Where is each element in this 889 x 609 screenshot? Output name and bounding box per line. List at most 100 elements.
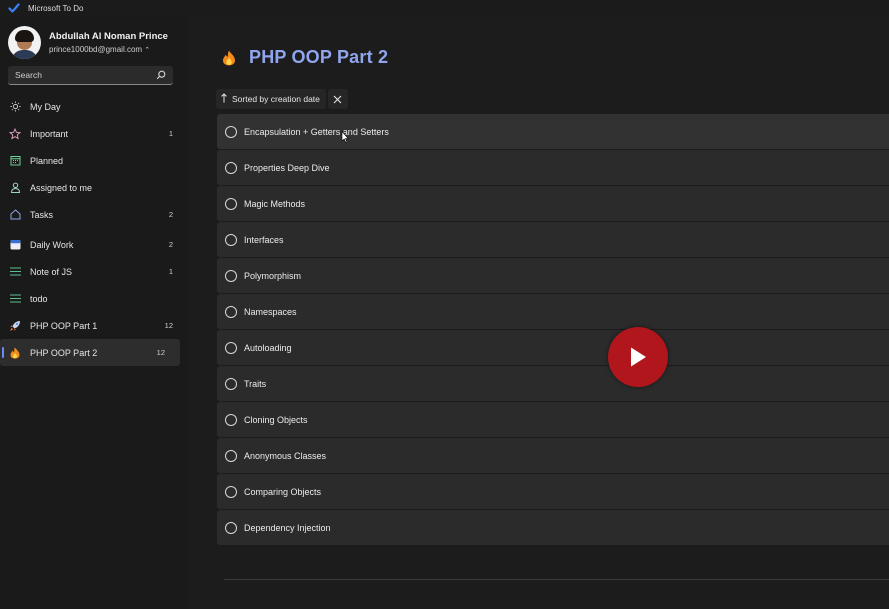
task-row[interactable]: Polymorphism xyxy=(217,258,889,293)
clear-sort-button[interactable] xyxy=(327,89,348,109)
task-title: Autoloading xyxy=(244,342,292,353)
sidebar-item-assigned-to-me[interactable]: Assigned to me xyxy=(0,174,188,201)
sidebar-item-my-day[interactable]: My Day xyxy=(0,93,188,120)
complete-checkbox[interactable] xyxy=(225,161,237,174)
sidebar-item-label: Important xyxy=(30,128,69,139)
sidebar-item-label: Tasks xyxy=(30,209,54,220)
sidebar-item-important[interactable]: Important 1 xyxy=(0,120,188,147)
fire-icon xyxy=(223,50,235,65)
avatar xyxy=(8,26,41,59)
task-title: Traits xyxy=(244,378,267,389)
task-title: Dependency Injection xyxy=(244,522,331,533)
task-title: Cloning Objects xyxy=(244,414,308,425)
task-title: Namespaces xyxy=(244,306,297,317)
task-row[interactable]: Interfaces xyxy=(217,222,889,257)
search-input[interactable] xyxy=(15,70,145,80)
list-header: PHP OOP Part 2 xyxy=(222,47,388,68)
task-title: Comparing Objects xyxy=(244,486,322,497)
task-row[interactable]: Dependency Injection xyxy=(217,510,889,545)
search-icon[interactable] xyxy=(156,70,166,80)
item-count: 1 xyxy=(168,267,173,276)
mouse-cursor-icon xyxy=(341,131,349,143)
close-icon xyxy=(334,95,342,103)
task-row[interactable]: Properties Deep Dive xyxy=(217,150,889,185)
task-row[interactable]: Cloning Objects xyxy=(217,402,889,437)
sidebar-item-label: Planned xyxy=(30,155,64,166)
page-title[interactable]: PHP OOP Part 2 xyxy=(249,47,388,68)
task-title: Anonymous Classes xyxy=(244,450,327,461)
title-bar: Microsoft To Do xyxy=(0,0,889,16)
complete-checkbox[interactable] xyxy=(225,305,237,318)
sort-bar: Sorted by creation date xyxy=(216,89,348,109)
item-count: 12 xyxy=(156,348,165,357)
play-icon xyxy=(631,347,646,367)
task-title: Encapsulation + Getters and Setters xyxy=(244,126,389,137)
complete-checkbox[interactable] xyxy=(225,485,237,498)
task-row[interactable]: Encapsulation + Getters and Setters xyxy=(217,114,889,149)
chevron-updown-icon: ⌃ xyxy=(144,47,151,54)
sidebar: Abdullah Al Noman Prince prince1000bd@gm… xyxy=(0,16,188,609)
sort-order-button[interactable]: Sorted by creation date xyxy=(216,89,326,109)
task-row[interactable]: Magic Methods xyxy=(217,186,889,221)
sidebar-item-label: todo xyxy=(30,293,48,304)
sidebar-item-label: Daily Work xyxy=(30,239,74,250)
sidebar-item-planned[interactable]: Planned xyxy=(0,147,188,174)
task-row[interactable]: Comparing Objects xyxy=(217,474,889,509)
list-lines-icon xyxy=(9,266,21,278)
item-count: 2 xyxy=(168,210,173,219)
sidebar-item-php-oop-part-1[interactable]: PHP OOP Part 1 12 xyxy=(0,312,188,339)
task-list: Encapsulation + Getters and Setters Prop… xyxy=(217,114,889,546)
profile-email: prince1000bd@gmail.com ⌃ xyxy=(49,45,151,54)
person-icon xyxy=(9,182,21,194)
task-title: Polymorphism xyxy=(244,270,302,281)
profile-name: Abdullah Al Noman Prince xyxy=(49,31,168,42)
complete-checkbox[interactable] xyxy=(225,521,237,534)
sidebar-item-daily-work[interactable]: Daily Work 2 xyxy=(0,231,188,258)
complete-checkbox[interactable] xyxy=(225,449,237,462)
complete-checkbox[interactable] xyxy=(225,197,237,210)
task-row[interactable]: Traits xyxy=(217,366,889,401)
sort-label: Sorted by creation date xyxy=(232,94,320,104)
divider xyxy=(224,579,889,580)
list-lines-icon xyxy=(9,293,21,305)
sidebar-item-label: Note of JS xyxy=(30,266,73,277)
sidebar-item-todo[interactable]: todo xyxy=(0,285,188,312)
sidebar-nav: My Day Important 1 Planned Assigned to m… xyxy=(0,93,188,366)
complete-checkbox[interactable] xyxy=(225,269,237,282)
rocket-icon xyxy=(9,320,21,332)
task-title: Magic Methods xyxy=(244,198,306,209)
sidebar-item-label: My Day xyxy=(30,101,61,112)
task-row[interactable]: Namespaces xyxy=(217,294,889,329)
sidebar-item-label: PHP OOP Part 1 xyxy=(30,320,98,331)
task-list-pane: PHP OOP Part 2 Sorted by creation date E… xyxy=(188,16,889,609)
app-logo-icon xyxy=(8,3,20,13)
search-box[interactable] xyxy=(8,66,173,85)
account-profile[interactable]: Abdullah Al Noman Prince prince1000bd@gm… xyxy=(8,26,168,59)
video-play-button[interactable] xyxy=(608,327,668,387)
complete-checkbox[interactable] xyxy=(225,413,237,426)
fire-icon xyxy=(9,347,21,359)
calendar-icon xyxy=(9,155,21,167)
complete-checkbox[interactable] xyxy=(225,233,237,246)
star-icon xyxy=(9,127,21,140)
task-row[interactable]: Anonymous Classes xyxy=(217,438,889,473)
task-row[interactable]: Autoloading xyxy=(217,330,889,365)
sidebar-item-label: PHP OOP Part 2 xyxy=(30,347,98,358)
complete-checkbox[interactable] xyxy=(225,125,237,138)
complete-checkbox[interactable] xyxy=(225,341,237,354)
item-count: 2 xyxy=(168,240,173,249)
arrow-up-icon xyxy=(221,93,227,105)
calendar-emoji-icon xyxy=(9,239,21,251)
sidebar-item-label: Assigned to me xyxy=(30,182,93,193)
complete-checkbox[interactable] xyxy=(225,377,237,390)
item-count: 1 xyxy=(168,129,173,138)
item-count: 12 xyxy=(164,321,173,330)
task-title: Properties Deep Dive xyxy=(244,162,330,173)
home-icon xyxy=(9,209,21,221)
sidebar-item-note-of-js[interactable]: Note of JS 1 xyxy=(0,258,188,285)
app-title: Microsoft To Do xyxy=(28,3,84,13)
sidebar-item-php-oop-part-2[interactable]: PHP OOP Part 2 12 xyxy=(0,339,180,366)
sun-icon xyxy=(9,101,21,113)
task-title: Interfaces xyxy=(244,234,284,245)
sidebar-item-tasks[interactable]: Tasks 2 xyxy=(0,201,188,228)
